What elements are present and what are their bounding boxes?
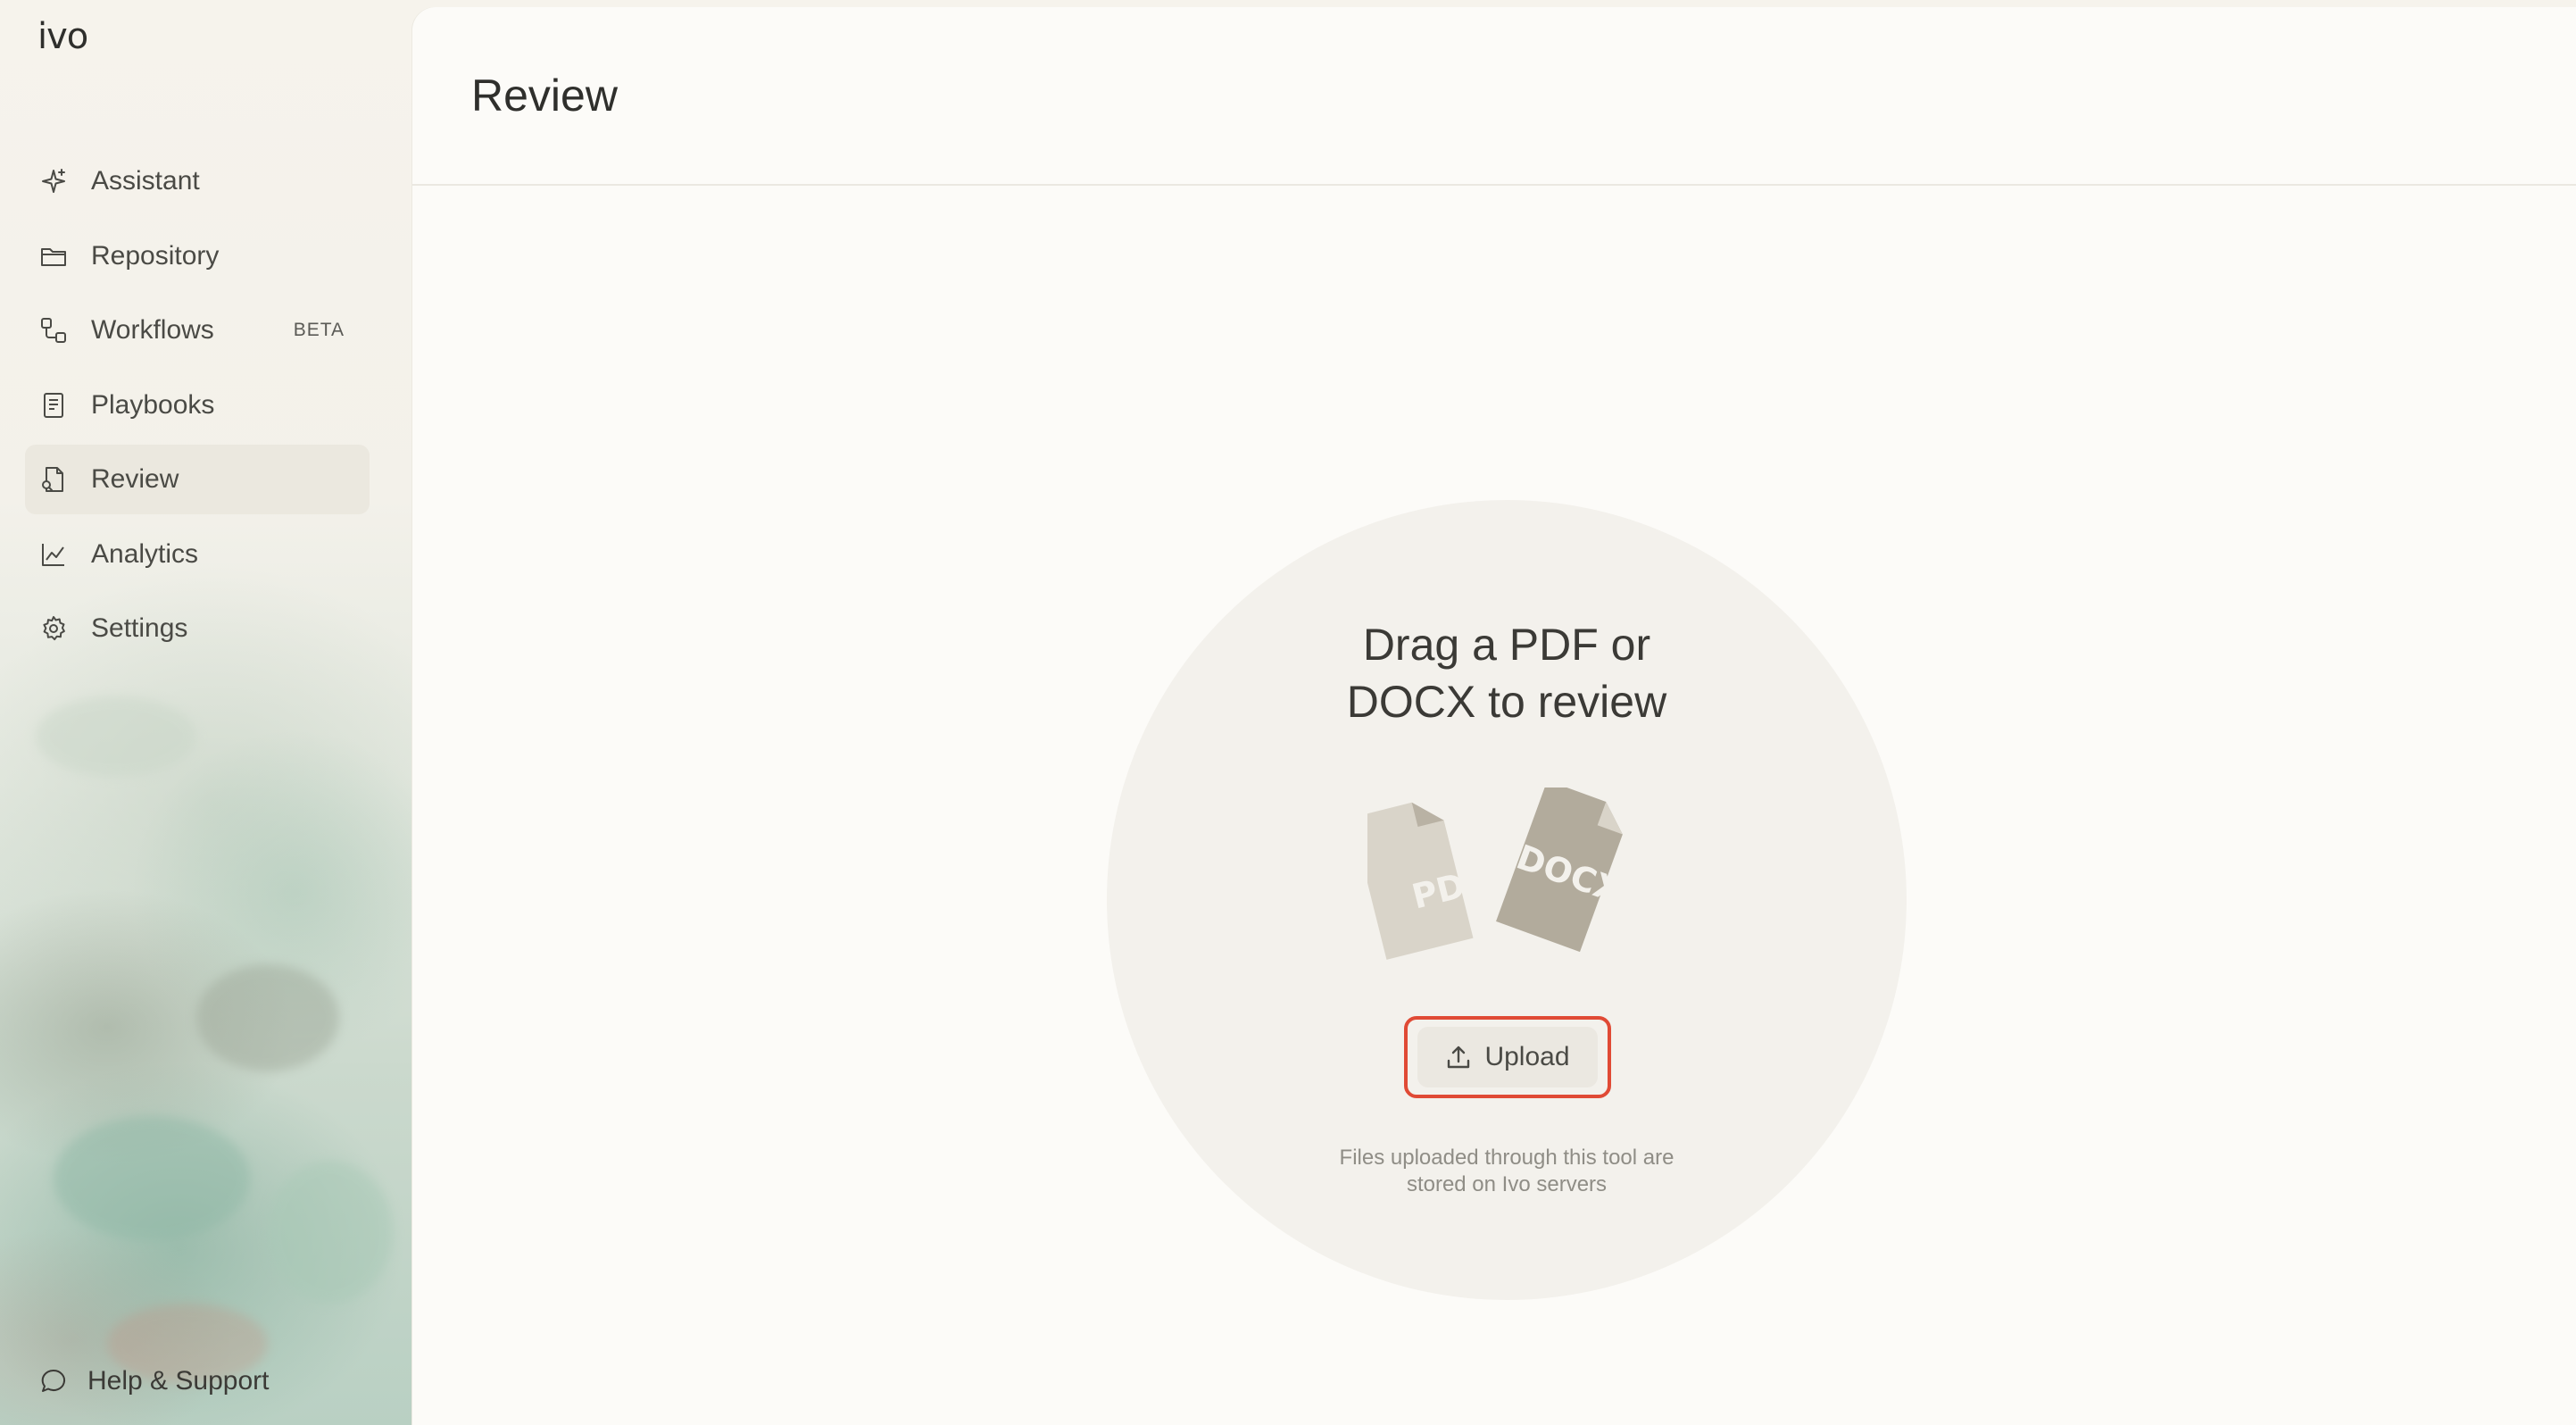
help-support-link[interactable]: Help & Support	[39, 1366, 269, 1396]
sidebar-nav: Assistant Repository Workflows BETA Play…	[25, 146, 370, 669]
sidebar-item-workflows[interactable]: Workflows BETA	[25, 296, 370, 365]
sidebar-item-label: Settings	[91, 613, 188, 643]
upload-button[interactable]: Upload	[1417, 1027, 1598, 1088]
gear-icon	[39, 614, 68, 643]
sidebar-item-label: Repository	[91, 240, 220, 271]
document-list-icon	[39, 391, 68, 420]
chat-bubble-icon	[39, 1367, 68, 1396]
sidebar-item-assistant[interactable]: Assistant	[25, 146, 370, 216]
beta-badge: BETA	[293, 320, 345, 340]
file-dropzone[interactable]: Drag a PDF or DOCX to review PDF DOCX Up…	[1107, 500, 1907, 1300]
app-root: ivo Assistant Repository Workflows BETA	[0, 0, 2576, 1425]
help-support-label: Help & Support	[87, 1366, 270, 1396]
sidebar: ivo Assistant Repository Workflows BETA	[0, 0, 412, 1425]
line-chart-icon	[39, 540, 68, 569]
dropzone-title-line: DOCX to review	[1346, 677, 1667, 727]
page-title: Review	[471, 71, 618, 121]
sidebar-item-label: Workflows	[91, 315, 214, 345]
sidebar-item-label: Review	[91, 464, 179, 494]
sidebar-item-label: Assistant	[91, 166, 200, 196]
dropzone-title: Drag a PDF or DOCX to review	[1107, 616, 1907, 730]
storage-notice-line: Files uploaded through this tool are	[1339, 1146, 1674, 1170]
upload-button-label: Upload	[1484, 1042, 1570, 1071]
ivo-logo[interactable]: ivo	[37, 16, 88, 57]
sidebar-item-label: Analytics	[91, 538, 199, 569]
document-search-icon	[39, 465, 68, 494]
storage-notice-line: stored on Ivo servers	[1406, 1172, 1608, 1196]
storage-notice: Files uploaded through this tool are sto…	[1107, 1145, 1907, 1198]
sidebar-item-review[interactable]: Review	[25, 445, 370, 514]
background-brushstroke	[196, 964, 339, 1071]
background-brushstroke	[54, 1116, 250, 1241]
dropzone-title-line: Drag a PDF or	[1362, 620, 1651, 670]
sidebar-item-repository[interactable]: Repository	[25, 221, 370, 291]
page-header: Review	[412, 7, 2576, 186]
folder-icon	[39, 242, 68, 271]
background-brushstroke	[36, 696, 196, 777]
workflow-icon	[39, 316, 68, 345]
sidebar-item-settings[interactable]: Settings	[25, 594, 370, 663]
sidebar-item-analytics[interactable]: Analytics	[25, 520, 370, 589]
sparkle-icon	[39, 167, 68, 196]
sidebar-item-playbooks[interactable]: Playbooks	[25, 371, 370, 440]
sidebar-item-label: Playbooks	[91, 389, 215, 420]
file-types-illustration: PDF DOCX	[1350, 780, 1653, 966]
upload-icon	[1445, 1044, 1472, 1071]
main-panel: Review Drag a PDF or DOCX to review PDF …	[412, 7, 2576, 1425]
background-brushstroke	[268, 1161, 393, 1304]
